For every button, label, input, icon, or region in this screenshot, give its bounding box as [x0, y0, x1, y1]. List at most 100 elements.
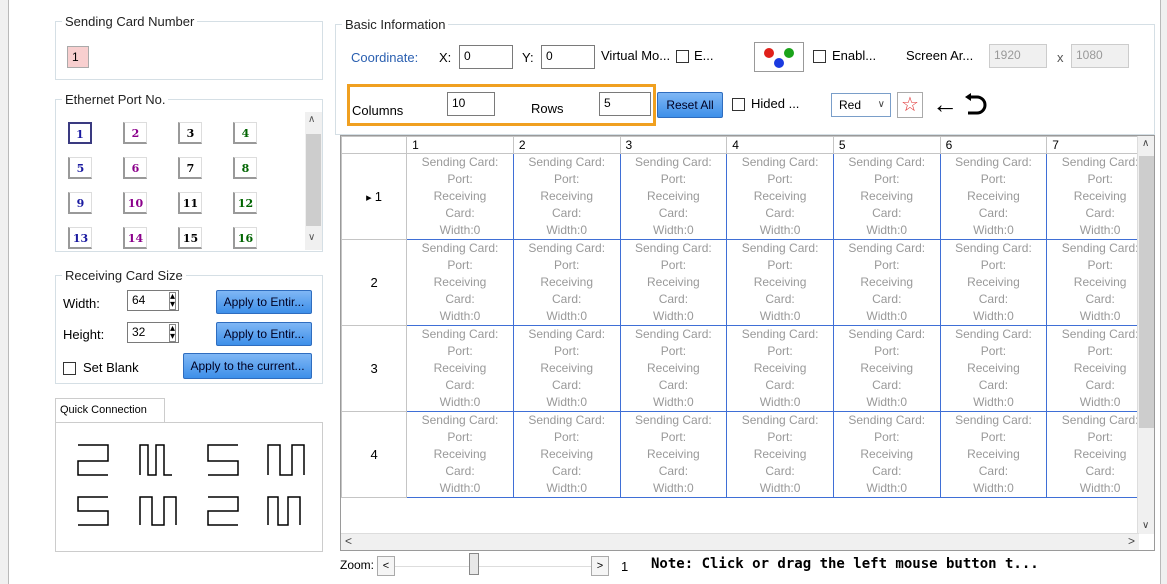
row-header[interactable]: 2 [341, 239, 408, 326]
ethernet-port-10[interactable]: 10 [123, 192, 147, 214]
grid-cell[interactable]: Sending Card: Port: Receiving Card: Width:0 [939, 411, 1048, 498]
grid-cell[interactable]: Sending Card: Port: Receiving Card: Width:0 [726, 153, 834, 240]
cell-line: Port: [980, 344, 1007, 358]
grid-cell[interactable]: Sending Card: Port: Receiving Card: Width:0 [939, 325, 1048, 412]
ethernet-port-12[interactable]: 12 [233, 192, 257, 214]
column-header[interactable]: 6 [939, 136, 1048, 154]
column-header[interactable]: 3 [619, 136, 728, 154]
row-header[interactable]: 3 [341, 325, 408, 412]
ethernet-scrollbar[interactable]: ∨ ∧ [305, 112, 322, 250]
apply-current-button[interactable]: Apply to the current... [183, 353, 312, 379]
apply-entire-height-button[interactable]: Apply to Entir... [216, 322, 312, 346]
stepper-icon[interactable]: ▴ ▾ [168, 324, 176, 342]
star-icon[interactable]: ☆ [897, 92, 923, 118]
screen-height-input[interactable]: 1080 [1071, 44, 1129, 68]
receiving-size-legend: Receiving Card Size [65, 268, 183, 283]
columns-input[interactable]: 10 [447, 92, 495, 116]
column-header[interactable]: 5 [832, 136, 941, 154]
grid-cell[interactable]: Sending Card: Port: Receiving Card: Width:0 [832, 325, 941, 412]
row-header[interactable]: ▸ 1 [341, 153, 408, 240]
grid-cell[interactable]: Sending Card: Port: Receiving Card: Width:0 [832, 411, 941, 498]
e-checkbox[interactable] [676, 50, 689, 63]
zoom-level: 1 [621, 559, 629, 574]
reset-all-button[interactable]: Reset All [657, 92, 723, 118]
stepper-icon[interactable]: ▴ ▾ [168, 292, 176, 310]
undo-icon[interactable] [961, 92, 987, 118]
grid-cell[interactable]: Sending Card: Port: Receiving Card: Width:0 [406, 239, 514, 326]
column-header[interactable]: 4 [726, 136, 834, 154]
ethernet-port-16[interactable]: 16 [233, 227, 257, 249]
zoom-in-button[interactable]: > [591, 556, 609, 576]
cell-line: Sending Card: [421, 327, 499, 341]
ethernet-port-14[interactable]: 14 [123, 227, 147, 249]
grid-cell[interactable]: Sending Card: Port: Receiving Card: Width:0 [406, 411, 514, 498]
grid-cell[interactable]: Sending Card: Port: Receiving Card: Width:0 [619, 411, 728, 498]
grid-cell[interactable]: Sending Card: Port: Receiving Card: Width:0 [619, 325, 728, 412]
set-blank-checkbox[interactable] [63, 362, 76, 375]
rows-input[interactable]: 5 [599, 92, 651, 116]
ethernet-port-11[interactable]: 11 [178, 192, 202, 214]
cell-line: Card: [552, 292, 582, 306]
chevron-left-icon[interactable]: < [345, 534, 352, 548]
ethernet-port-7[interactable]: 7 [178, 157, 202, 179]
zoom-out-button[interactable]: < [377, 556, 395, 576]
cell-line: Card: [872, 378, 902, 392]
chevron-up-icon[interactable]: ∧ [308, 114, 315, 125]
grid-cell[interactable]: Sending Card: Port: Receiving Card: Width:0 [939, 153, 1048, 240]
color-picker-icon[interactable] [754, 42, 804, 72]
e-label: E... [694, 48, 714, 63]
grid-cell[interactable]: Sending Card: Port: Receiving Card: Width:0 [619, 239, 728, 326]
chevron-down-icon[interactable]: ∨ [308, 232, 315, 243]
scroll-thumb[interactable] [1139, 156, 1154, 428]
quick-connection-icons[interactable] [56, 423, 324, 553]
grid-cell[interactable]: Sending Card: Port: Receiving Card: Width:0 [512, 239, 621, 326]
column-header[interactable]: 2 [512, 136, 621, 154]
grid-cell[interactable]: Sending Card: Port: Receiving Card: Width:0 [726, 239, 834, 326]
grid-horizontal-scrollbar[interactable]: < > [341, 533, 1139, 550]
grid-cell[interactable]: Sending Card: Port: Receiving Card: Width:0 [406, 325, 514, 412]
layout-grid[interactable]: 1 2 3 4 5 6 7 ▸ 1 Sending Card: Port: Receiving Car… [340, 135, 1155, 551]
ethernet-port-3[interactable]: 3 [178, 122, 202, 144]
grid-cell[interactable]: Sending Card: Port: Receiving Card: Width:0 [726, 411, 834, 498]
grid-cell[interactable]: Sending Card: Port: Receiving Card: Width:0 [832, 153, 941, 240]
width-input[interactable]: 64 ▴ ▾ [127, 290, 179, 311]
tab-quick-connection[interactable]: Quick Connection [55, 398, 165, 422]
cell-line: Width:0 [653, 395, 694, 409]
enable-checkbox[interactable] [813, 50, 826, 63]
scroll-thumb[interactable] [306, 134, 321, 226]
grid-cell[interactable]: Sending Card: Port: Receiving Card: Width:0 [619, 153, 728, 240]
zoom-slider-thumb[interactable] [469, 553, 479, 575]
ethernet-port-4[interactable]: 4 [233, 122, 257, 144]
ethernet-port-8[interactable]: 8 [233, 157, 257, 179]
chevron-up-icon[interactable]: ∧ [1142, 138, 1149, 149]
hided-checkbox[interactable] [732, 98, 745, 111]
grid-vertical-scrollbar[interactable]: ∧ ∨ [1137, 136, 1154, 534]
y-input[interactable]: 0 [541, 45, 595, 69]
grid-cell[interactable]: Sending Card: Port: Receiving Card: Width:0 [512, 153, 621, 240]
row-header[interactable]: 4 [341, 411, 408, 498]
grid-cell[interactable]: Sending Card: Port: Receiving Card: Width:0 [512, 325, 621, 412]
height-input[interactable]: 32 ▴ ▾ [127, 322, 179, 343]
grid-cell[interactable]: Sending Card: Port: Receiving Card: Width:0 [726, 325, 834, 412]
zoom-track[interactable] [395, 566, 591, 567]
column-header[interactable]: 1 [406, 136, 514, 154]
apply-entire-width-button[interactable]: Apply to Entir... [216, 290, 312, 314]
ethernet-port-6[interactable]: 6 [123, 157, 147, 179]
x-input[interactable]: 0 [459, 45, 513, 69]
ethernet-port-15[interactable]: 15 [178, 227, 202, 249]
arrow-left-icon[interactable]: ← [932, 91, 958, 118]
ethernet-port-9[interactable]: 9 [68, 192, 92, 214]
grid-cell[interactable]: Sending Card: Port: Receiving Card: Width:0 [832, 239, 941, 326]
chevron-down-icon[interactable]: ∨ [1142, 520, 1149, 531]
ethernet-port-5[interactable]: 5 [68, 157, 92, 179]
color-select[interactable]: Red ∨ [831, 93, 891, 117]
ethernet-port-13[interactable]: 13 [68, 227, 92, 249]
grid-cell[interactable]: Sending Card: Port: Receiving Card: Width:0 [512, 411, 621, 498]
ethernet-port-1[interactable]: 1 [68, 122, 92, 144]
ethernet-port-2[interactable]: 2 [123, 122, 147, 144]
chevron-right-icon[interactable]: > [1128, 534, 1135, 548]
grid-cell[interactable]: Sending Card: Port: Receiving Card: Width:0 [406, 153, 514, 240]
sending-card-number[interactable]: 1 [67, 46, 89, 68]
grid-cell[interactable]: Sending Card: Port: Receiving Card: Width:0 [939, 239, 1048, 326]
screen-width-input[interactable]: 1920 [989, 44, 1047, 68]
